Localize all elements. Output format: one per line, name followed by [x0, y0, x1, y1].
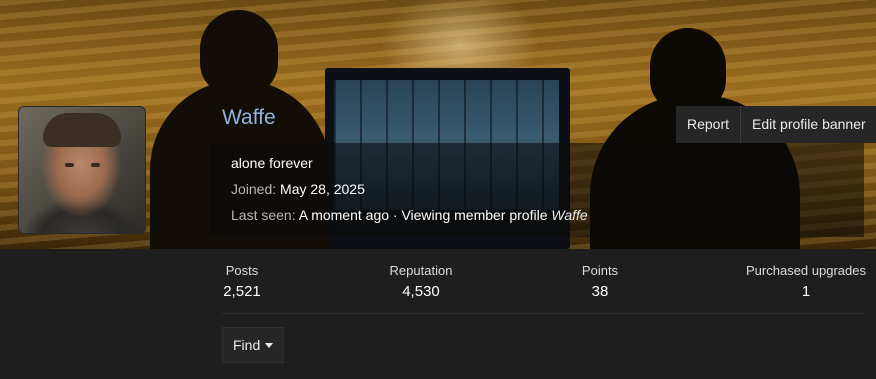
joined-date: May 28, 2025	[280, 181, 365, 197]
banner-silhouette-right-head	[650, 28, 726, 112]
stat-label: Points	[581, 263, 619, 278]
find-menu-button[interactable]: Find	[222, 327, 284, 363]
banner-button-group: Report Edit profile banner	[676, 106, 876, 143]
edit-profile-banner-button[interactable]: Edit profile banner	[741, 106, 876, 143]
banner-silhouette-left-head	[200, 10, 278, 96]
stats-divider	[222, 313, 864, 314]
stat-purchased-upgrades[interactable]: Purchased upgrades 1	[743, 263, 869, 300]
custom-status: alone forever	[231, 155, 313, 171]
last-seen-label: Last seen:	[231, 207, 296, 223]
stat-points[interactable]: Points 38	[576, 263, 624, 300]
avatar[interactable]	[18, 106, 146, 234]
stat-label: Reputation	[389, 263, 453, 278]
avatar-eye-right	[91, 163, 100, 167]
stat-reputation[interactable]: Reputation 4,530	[386, 263, 456, 300]
stat-posts[interactable]: Posts 2,521	[210, 263, 274, 300]
stat-value: 4,530	[402, 283, 440, 300]
stat-value: 2,521	[223, 283, 261, 300]
profile-stats: Posts 2,521 Reputation 4,530 Points 38 P…	[210, 263, 870, 303]
stat-value: 38	[591, 283, 609, 300]
stat-label: Purchased upgrades	[746, 263, 866, 278]
caret-down-icon	[265, 343, 274, 348]
joined-label: Joined:	[231, 181, 277, 197]
stat-label: Posts	[225, 263, 259, 278]
last-seen-value: A moment ago · Viewing member profile	[298, 207, 548, 223]
stat-value: 1	[801, 283, 811, 300]
last-seen-target-link[interactable]: Waffe	[551, 207, 587, 223]
avatar-eye-left	[65, 163, 74, 167]
last-seen-row: Last seen: A moment ago · Viewing member…	[231, 207, 588, 223]
joined-row: Joined: May 28, 2025	[231, 181, 365, 197]
username[interactable]: Waffe	[222, 106, 276, 130]
report-button[interactable]: Report	[676, 106, 742, 143]
find-label: Find	[233, 337, 261, 353]
avatar-hair	[43, 113, 121, 147]
